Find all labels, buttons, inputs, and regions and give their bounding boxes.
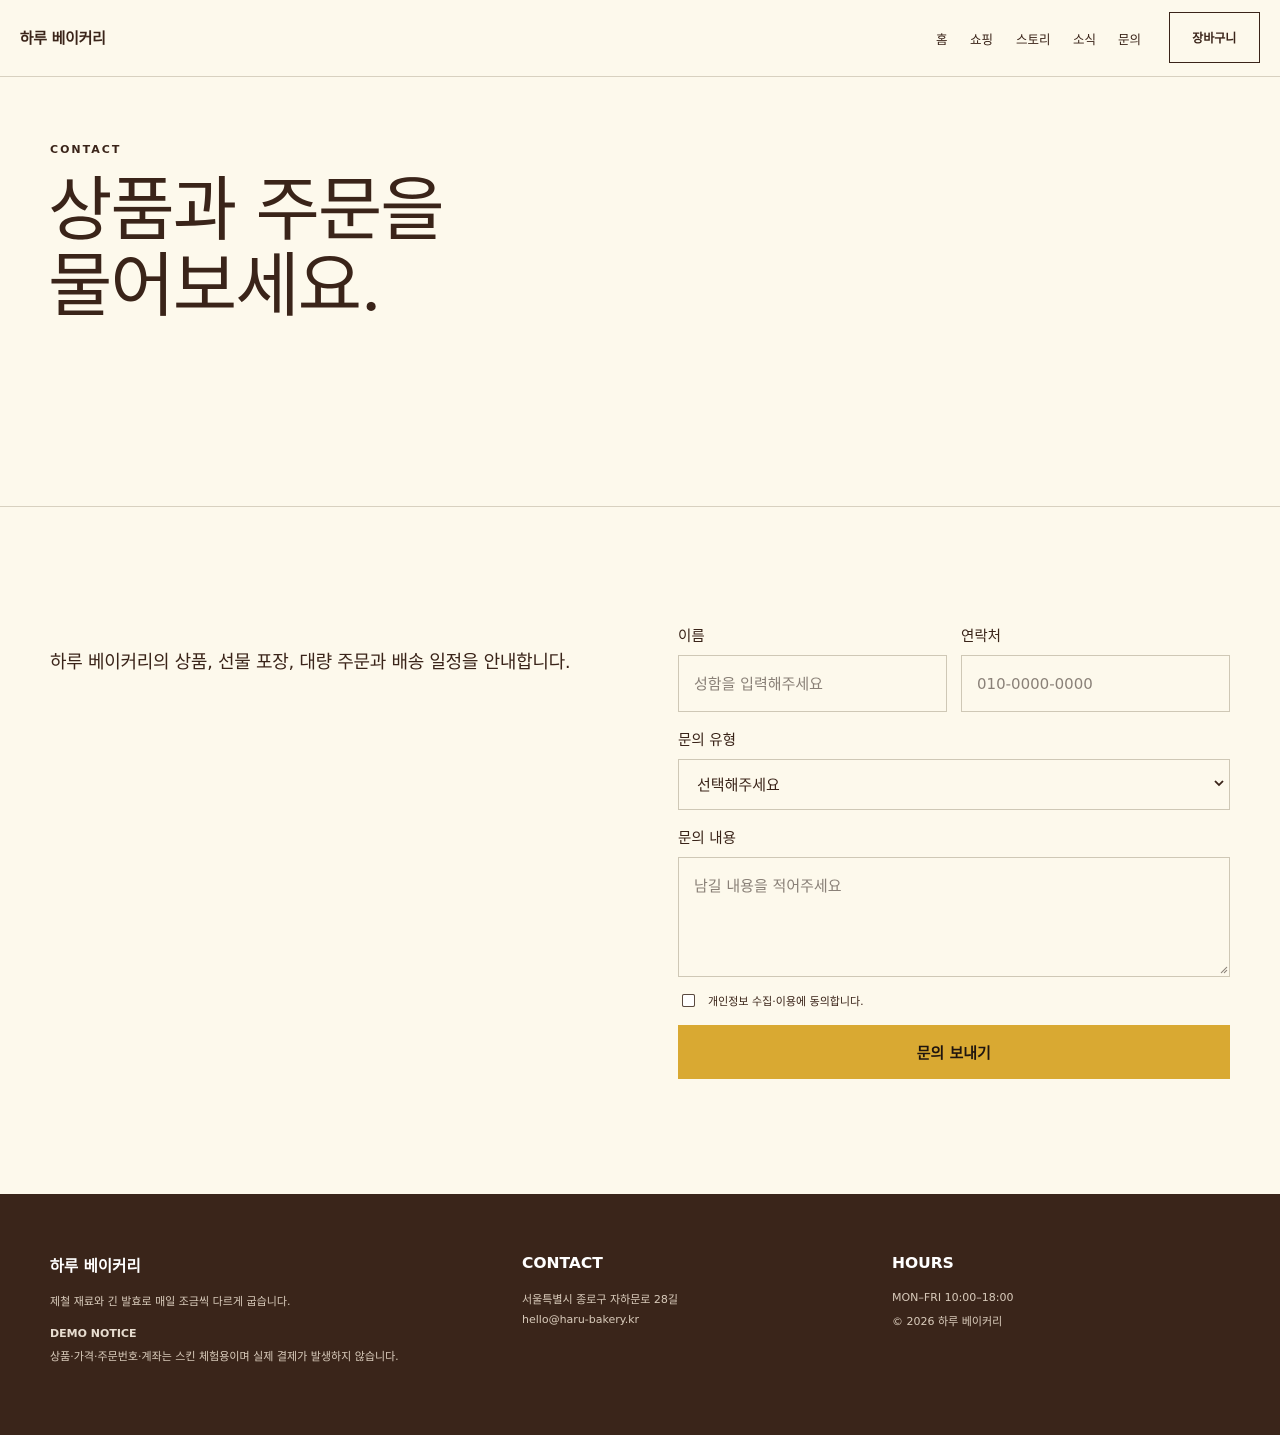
contact-intro: 하루 베이커리의 상품, 선물 포장, 대량 주문과 배송 일정을 안내합니다. xyxy=(50,652,571,673)
name-label: 이름 xyxy=(678,629,705,645)
inquiry-type-select[interactable]: 선택해주세요 xyxy=(678,759,1230,810)
demo-notice-title: DEMO NOTICE xyxy=(50,1327,137,1340)
section-eyebrow: CONTACT xyxy=(50,143,122,156)
page-title-line-2: 물어보세요. xyxy=(48,245,382,327)
inquiry-type-label: 문의 유형 xyxy=(678,733,736,749)
footer-brand: 하루 베이커리 xyxy=(50,1257,141,1275)
site-header: 하루 베이커리 홈 쇼핑 스토리 소식 문의 장바구니 xyxy=(0,0,1280,77)
chevron-down-icon xyxy=(1214,780,1224,787)
demo-notice-text: 상품·가격·주문번호·계좌는 스킨 체험용이며 실제 결제가 발생하지 않습니다… xyxy=(50,1350,399,1363)
main-nav: 홈 쇼핑 스토리 소식 문의 xyxy=(0,29,1280,47)
footer-hours-title: HOURS xyxy=(892,1254,954,1272)
cart-button[interactable]: 장바구니 xyxy=(1169,12,1260,63)
page-title-line-1: 상품과 주문을 xyxy=(48,169,445,251)
nav-item-story[interactable]: 스토리 xyxy=(1016,29,1051,48)
phone-input[interactable] xyxy=(961,655,1230,712)
phone-label: 연락처 xyxy=(961,629,1002,645)
footer-email[interactable]: hello@haru-bakery.kr xyxy=(522,1313,639,1326)
consent-checkbox[interactable] xyxy=(682,994,695,1007)
message-label: 문의 내용 xyxy=(678,831,736,847)
submit-button[interactable]: 문의 보내기 xyxy=(678,1025,1230,1079)
site-footer: 하루 베이커리 제철 재료와 긴 발효로 매일 조금씩 다르게 굽습니다. DE… xyxy=(0,1194,1280,1435)
footer-copyright: © 2026 하루 베이커리 xyxy=(892,1315,1003,1328)
nav-item-news[interactable]: 소식 xyxy=(1073,29,1096,48)
name-input[interactable] xyxy=(678,655,947,712)
nav-item-shop[interactable]: 쇼핑 xyxy=(970,29,993,48)
footer-tagline: 제철 재료와 긴 발효로 매일 조금씩 다르게 굽습니다. xyxy=(50,1295,291,1308)
footer-address: 서울특별시 종로구 자하문로 28길 xyxy=(522,1293,679,1306)
message-textarea[interactable] xyxy=(678,857,1230,977)
footer-contact-title: CONTACT xyxy=(522,1254,603,1272)
consent-label[interactable]: 개인정보 수집·이용에 동의합니다. xyxy=(708,993,864,1009)
footer-hours: MON–FRI 10:00–18:00 xyxy=(892,1291,1014,1304)
resize-handle-icon[interactable] xyxy=(1219,965,1228,974)
nav-item-contact[interactable]: 문의 xyxy=(1118,29,1141,48)
nav-item-home[interactable]: 홈 xyxy=(936,29,948,48)
page-title: 상품과 주문을 물어보세요. xyxy=(48,172,688,324)
